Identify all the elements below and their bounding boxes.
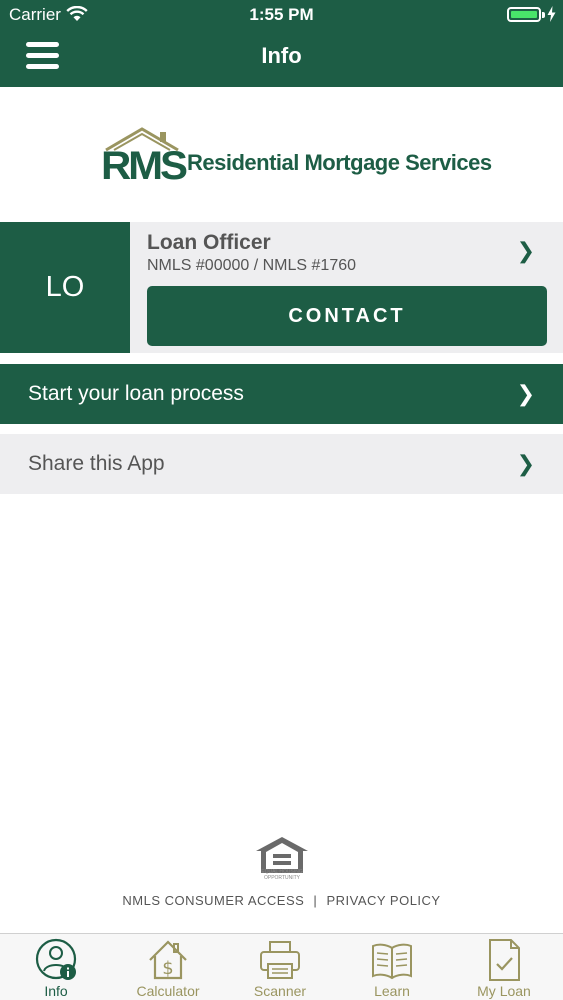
nav-bar: Info bbox=[0, 30, 563, 87]
footer-links: NMLS CONSUMER ACCESS | PRIVACY POLICY bbox=[0, 893, 563, 908]
tab-my-loan[interactable]: My Loan bbox=[448, 934, 560, 1000]
tab-label: Scanner bbox=[253, 983, 307, 999]
company-logo: RMS Residential Mortgage Services bbox=[100, 126, 492, 188]
tab-label: Calculator bbox=[136, 983, 200, 999]
tab-label: My Loan bbox=[477, 983, 531, 999]
tab-learn[interactable]: Learn bbox=[336, 934, 448, 1000]
loan-officer-name: Loan Officer bbox=[147, 231, 271, 254]
avatar-initials: LO bbox=[45, 271, 85, 303]
battery-cap bbox=[542, 12, 545, 18]
tab-calculator[interactable]: $ Calculator bbox=[112, 934, 224, 1000]
loan-officer-nmls: NMLS #00000 / NMLS #1760 bbox=[147, 257, 357, 274]
tab-info[interactable]: Info bbox=[0, 934, 112, 1000]
battery-icon bbox=[507, 7, 541, 22]
svg-text:$: $ bbox=[162, 958, 173, 979]
company-name: Residential Mortgage Services bbox=[187, 150, 492, 175]
contact-button[interactable]: CONTACT bbox=[147, 286, 547, 346]
start-loan-row[interactable]: Start your loan process ❯ bbox=[0, 364, 563, 424]
page-title: Info bbox=[261, 43, 302, 68]
house-dollar-icon: $ bbox=[149, 940, 187, 980]
logo-letters: RMS bbox=[101, 144, 188, 188]
share-app-row[interactable]: Share this App ❯ bbox=[0, 434, 563, 494]
top-bar: Carrier 1:55 PM Info bbox=[0, 0, 563, 87]
printer-icon bbox=[260, 941, 300, 979]
privacy-policy-link[interactable]: PRIVACY POLICY bbox=[326, 893, 440, 908]
document-check-icon bbox=[489, 939, 520, 981]
tab-scanner[interactable]: Scanner bbox=[224, 934, 336, 1000]
loan-officer-card[interactable]: LO Loan Officer NMLS #00000 / NMLS #1760… bbox=[0, 222, 563, 353]
tab-label: Info bbox=[44, 983, 68, 999]
share-app-label: Share this App bbox=[28, 452, 165, 475]
nmls-consumer-access-link[interactable]: NMLS CONSUMER ACCESS bbox=[122, 893, 304, 908]
status-bar: Carrier 1:55 PM bbox=[0, 0, 563, 30]
tab-bar: Info $ Calculator Scanner Learn My Loan bbox=[0, 933, 563, 1000]
open-book-icon bbox=[372, 943, 412, 980]
footer-separator: | bbox=[313, 893, 318, 908]
chevron-right-icon: ❯ bbox=[516, 451, 535, 476]
chevron-right-icon[interactable]: ❯ bbox=[517, 238, 535, 264]
eho-caption: EQUAL HOUSING OPPORTUNITY bbox=[261, 869, 303, 881]
tab-label: Learn bbox=[374, 983, 410, 999]
person-info-icon bbox=[35, 938, 77, 980]
avatar: LO bbox=[0, 222, 130, 353]
charging-bolt-icon bbox=[547, 6, 556, 22]
chevron-right-icon: ❯ bbox=[516, 381, 535, 406]
start-loan-label: Start your loan process bbox=[28, 382, 244, 405]
clock: 1:55 PM bbox=[249, 5, 314, 24]
